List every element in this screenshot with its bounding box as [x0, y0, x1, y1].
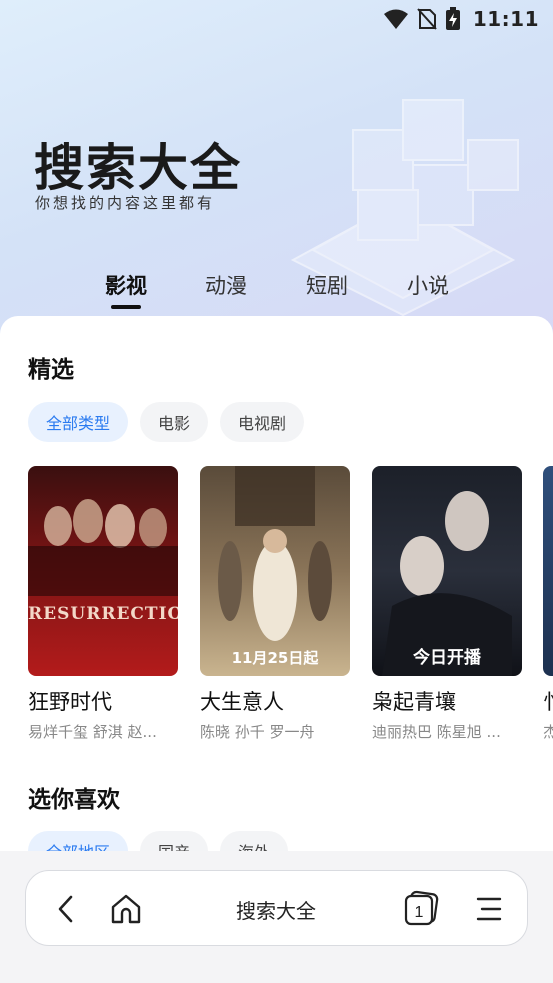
card-title: 狂野时代: [28, 690, 112, 714]
tab-film-tv[interactable]: 影视: [86, 270, 166, 309]
hero-header: 11:11 搜索大全 你想找的内容这里都有 影视 动漫 短剧 小说: [0, 0, 553, 360]
tab-novel[interactable]: 小说: [388, 270, 468, 300]
card-title: 忄: [543, 686, 553, 716]
category-tabs: 影视 动漫 短剧 小说: [0, 270, 553, 312]
featured-carousel: RESURRECTION 狂野时代 易烊千玺 舒淇 赵... 11月25日起 大…: [28, 466, 553, 756]
menu-button[interactable]: [469, 889, 509, 929]
tabs-icon: 1: [404, 890, 439, 926]
section-title-recommend: 选你喜欢: [28, 787, 120, 813]
battery-charging-icon: [445, 7, 460, 30]
card-cast: 迪丽热巴 陈星旭 ...: [372, 723, 501, 741]
back-button[interactable]: [46, 889, 86, 929]
poster-image: 今日开播: [372, 466, 522, 676]
section-title-featured: 精选: [28, 357, 74, 383]
media-card[interactable]: 忄 杰: [543, 466, 553, 742]
card-cast: 陈晓 孙千 罗一舟: [200, 723, 315, 741]
poster-image: [543, 466, 553, 676]
card-cast: 杰: [543, 721, 553, 742]
status-time: 11:11: [472, 7, 539, 31]
home-icon: [111, 894, 141, 924]
menu-icon: [476, 897, 502, 921]
media-card[interactable]: 11月25日起 大生意人 陈晓 孙千 罗一舟: [200, 466, 350, 742]
chip-movie[interactable]: 电影: [140, 402, 209, 442]
content-panel: 精选 全部类型 电影 电视剧 RESURRECTION 狂野时代 易烊千玺 舒淇…: [0, 316, 553, 856]
page-subtitle: 你想找的内容这里都有: [35, 194, 216, 212]
poster-caption: RESURRECTION: [28, 604, 178, 624]
tab-count: 1: [415, 904, 424, 921]
no-sim-icon: [417, 8, 437, 30]
status-bar: 11:11: [0, 0, 553, 38]
wifi-icon: [383, 9, 408, 29]
tabs-button[interactable]: 1: [401, 889, 441, 929]
browser-toolbar: 搜索大全 1: [25, 870, 528, 946]
toolbar-title[interactable]: 搜索大全: [176, 895, 376, 924]
chip-tv-series[interactable]: 电视剧: [220, 402, 305, 442]
card-title: 枭起青壤: [372, 690, 456, 714]
card-cast: 易烊千玺 舒淇 赵...: [28, 723, 157, 741]
poster-image: 11月25日起: [200, 466, 350, 676]
chip-all-types[interactable]: 全部类型: [28, 402, 129, 442]
media-card[interactable]: 今日开播 枭起青壤 迪丽热巴 陈星旭 ...: [372, 466, 522, 742]
poster-image: RESURRECTION: [28, 466, 178, 676]
poster-caption: 今日开播: [413, 648, 481, 668]
card-title: 大生意人: [200, 690, 284, 714]
page-title: 搜索大全: [34, 139, 242, 197]
home-button[interactable]: [106, 889, 146, 929]
featured-filter-chips: 全部类型 电影 电视剧: [28, 402, 305, 442]
tab-anime[interactable]: 动漫: [186, 270, 266, 300]
media-card[interactable]: RESURRECTION 狂野时代 易烊千玺 舒淇 赵...: [28, 466, 178, 742]
poster-caption: 11月25日起: [231, 649, 319, 667]
chevron-left-icon: [58, 895, 73, 923]
tab-short-drama[interactable]: 短剧: [287, 270, 367, 300]
